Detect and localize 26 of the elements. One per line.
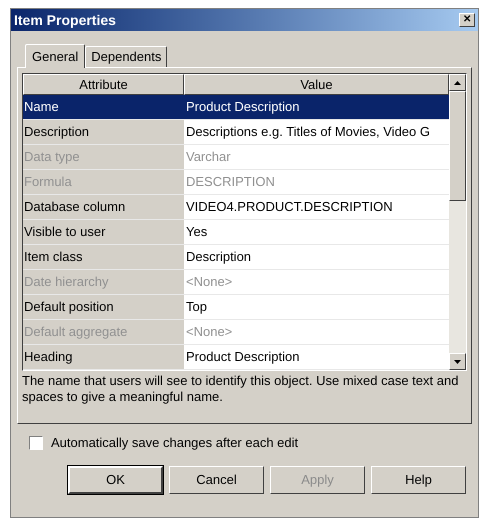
window-title: Item Properties [14,10,116,30]
value-cell[interactable]: Product Description [184,95,449,120]
attribute-cell[interactable]: Heading [23,345,184,370]
dialog-button[interactable]: Cancel [169,466,264,494]
attribute-cell[interactable]: Name [23,95,184,120]
attribute-description: The name that users will see to identify this object. Use mixed case text and spaces to give a meaningful name. [22,373,460,405]
vertical-scrollbar[interactable] [449,74,466,370]
attribute-cell[interactable]: Default position [23,295,184,320]
tab[interactable]: General [25,44,86,68]
down-arrow-icon [454,360,461,364]
scroll-up-button[interactable] [449,74,466,91]
scroll-thumb[interactable] [449,91,466,201]
tab[interactable]: Dependents [85,46,168,67]
dialog-button[interactable]: Help [371,466,466,494]
attribute-cell[interactable]: Database column [23,195,184,220]
checkbox-label: Automatically save changes after each edit [51,434,298,452]
attribute-cell[interactable]: Visible to user [23,220,184,245]
close-button[interactable]: ✕ [459,13,475,27]
attribute-cell[interactable]: Description [23,120,184,145]
scroll-down-button[interactable] [449,353,466,370]
up-arrow-icon [454,80,461,84]
column-header[interactable]: Attribute [23,74,184,95]
attribute-cell[interactable]: Item class [23,245,184,270]
checkbox[interactable] [29,436,43,450]
dialog-button[interactable]: OK [68,466,163,494]
column-header[interactable]: Value [184,74,449,95]
